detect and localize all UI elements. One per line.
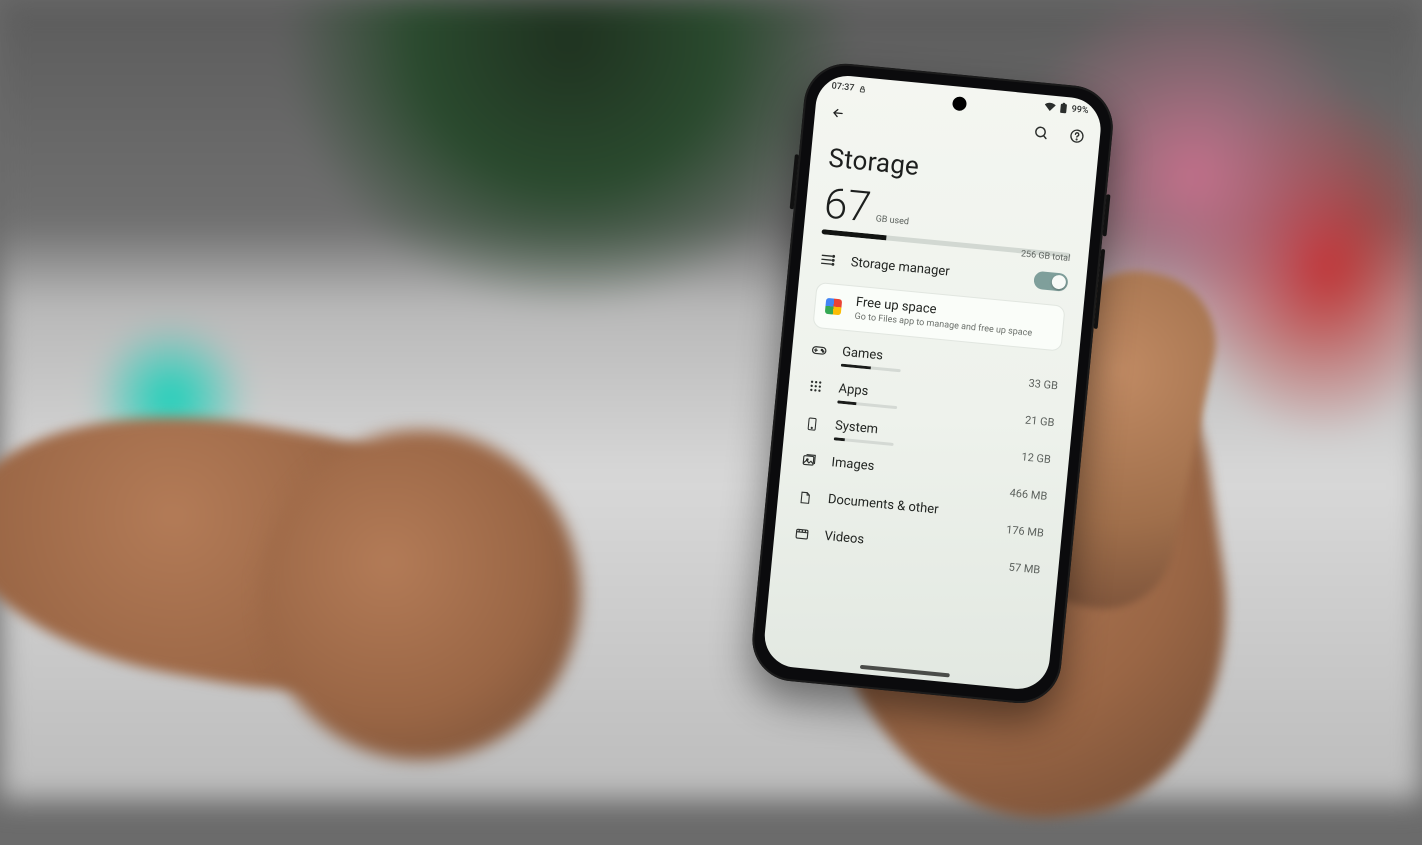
page-content: Storage 67 GB used 256 GB total Storage … (773, 128, 1099, 581)
battery-icon (1059, 102, 1068, 114)
category-usage-bar (837, 401, 897, 410)
category-label: Documents & other (827, 492, 994, 523)
back-button[interactable] (824, 99, 852, 127)
help-button[interactable] (1063, 122, 1091, 150)
status-battery-text: 99% (1071, 104, 1089, 116)
images-icon (799, 452, 818, 469)
games-icon (809, 342, 828, 360)
lock-icon (858, 84, 867, 93)
category-size: 466 MB (1009, 487, 1048, 504)
category-usage-bar (841, 364, 901, 373)
files-app-icon (825, 298, 842, 315)
storage-used-value: 67 (822, 183, 872, 229)
videos-icon (792, 526, 811, 543)
storage-manager-label: Storage manager (850, 255, 1021, 286)
storage-used-unit: GB used (875, 214, 910, 233)
category-usage-bar (834, 437, 894, 446)
phone-frame: 07:37 99% (749, 60, 1117, 707)
storage-manager-icon (818, 251, 837, 269)
storage-manager-toggle[interactable] (1033, 271, 1069, 292)
category-size: 12 GB (1021, 451, 1052, 467)
system-icon (802, 415, 821, 433)
hand-shape (260, 430, 580, 760)
arrow-left-icon (830, 103, 846, 122)
category-size: 21 GB (1024, 414, 1055, 430)
category-label: Games (841, 345, 1016, 377)
docs-icon (795, 489, 814, 507)
search-icon (1032, 124, 1049, 141)
category-size: 57 MB (1008, 561, 1041, 577)
category-size: 176 MB (1006, 523, 1045, 540)
wifi-icon (1044, 102, 1056, 112)
search-button[interactable] (1027, 118, 1055, 146)
help-icon (1068, 127, 1085, 144)
category-label: Images (831, 455, 998, 486)
category-size: 33 GB (1028, 377, 1059, 393)
status-time: 07:37 (831, 81, 855, 93)
phone-screen: 07:37 99% (762, 73, 1104, 692)
apps-icon (806, 379, 825, 395)
storage-categories-list: Games33 GBApps21 GBSystem12 GBImages466 … (790, 334, 1060, 579)
